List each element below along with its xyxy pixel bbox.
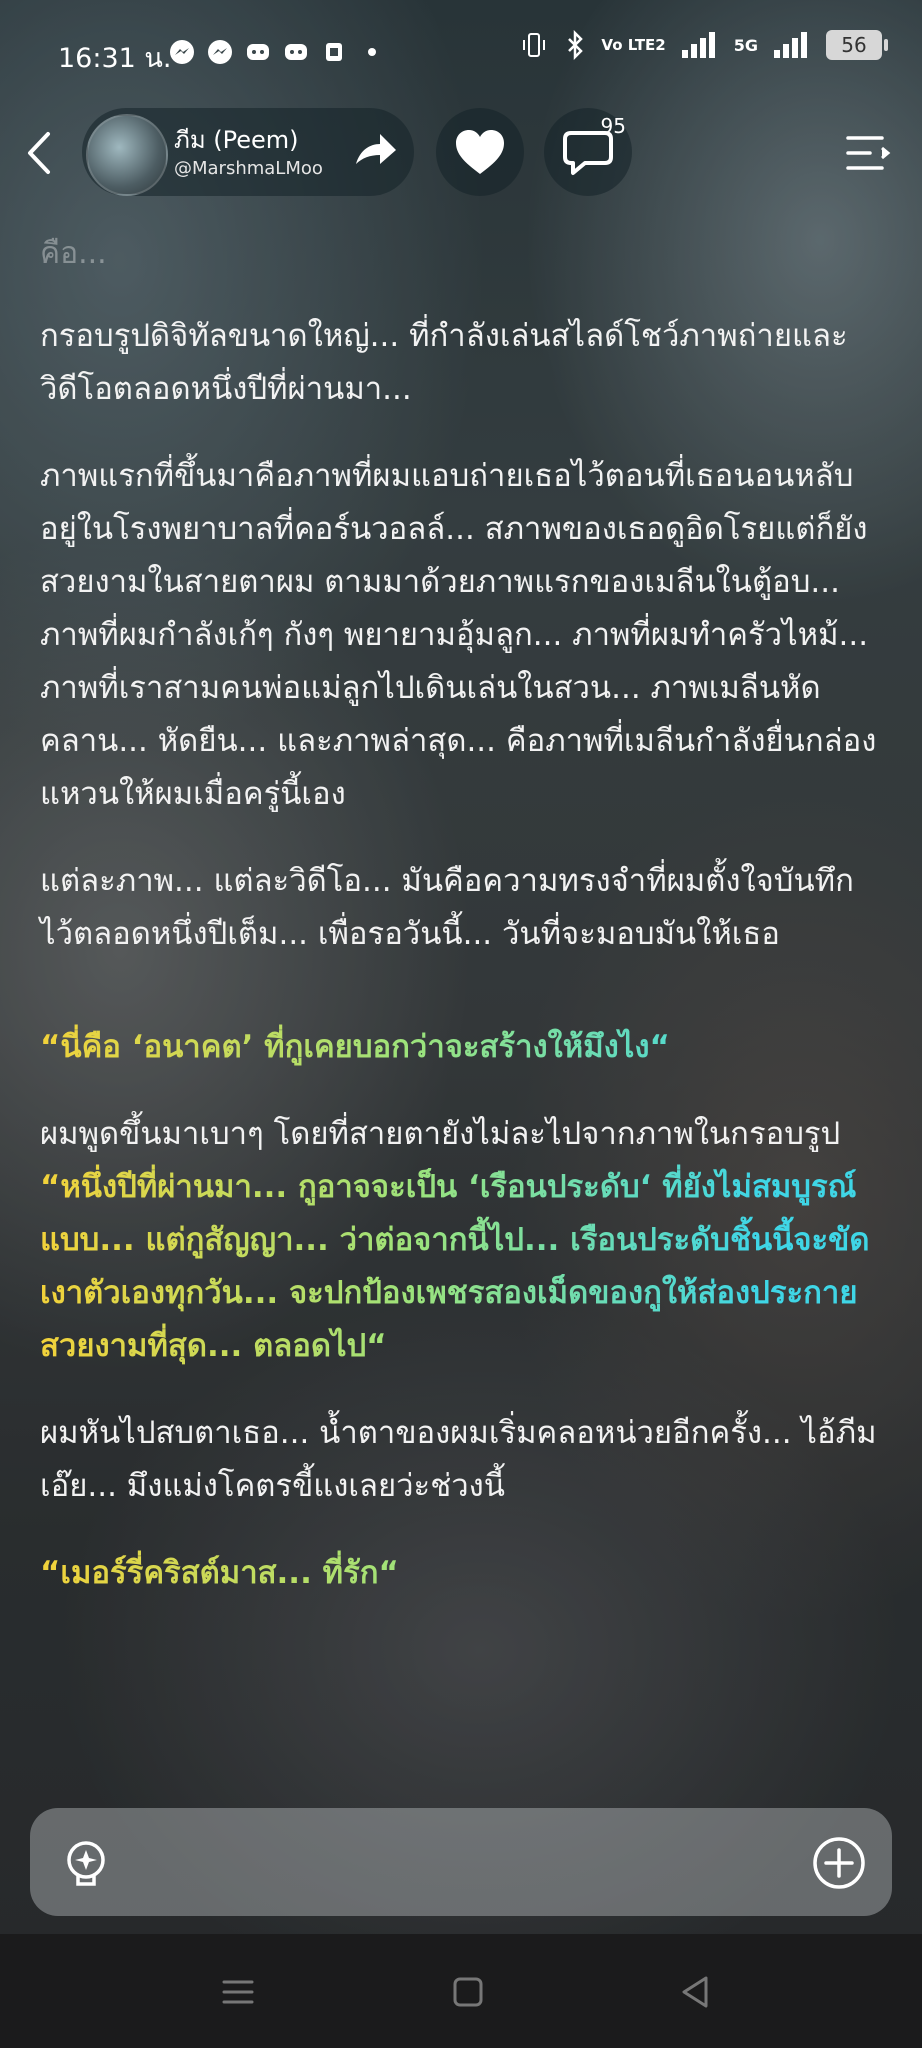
network-label: Vo LTE2 bbox=[601, 35, 666, 54]
vibrate-icon bbox=[523, 33, 546, 57]
paragraph: ภาพแรกที่ขึ้นมาคือภาพที่ผมแอบถ่ายเธอไว้ต… bbox=[40, 458, 877, 812]
messenger-icon bbox=[208, 40, 232, 64]
faded-line: คือ... bbox=[40, 236, 107, 271]
dialogue-quote: “หนึ่งปีที่ผ่านมา... กูอาจจะเป็น ‘เรือนป… bbox=[40, 1161, 882, 1373]
messenger-icon bbox=[170, 40, 194, 64]
signal-icon bbox=[774, 32, 807, 58]
status-bar: 16:31 น. Vo LTE2 5G 56 bbox=[0, 0, 922, 108]
discord-icon bbox=[247, 44, 269, 60]
discord-icon bbox=[285, 44, 307, 60]
menu-icon[interactable] bbox=[218, 1972, 258, 2012]
author-pill[interactable]: ภีม (Peem) @MarshmaLMoo bbox=[82, 108, 414, 196]
chapter-menu-button[interactable] bbox=[844, 130, 894, 176]
dialogue-quote: “เมอร์รี่คริสต์มาส... ที่รัก“ bbox=[40, 1547, 882, 1600]
like-button[interactable] bbox=[436, 108, 524, 196]
comment-button[interactable]: 95 bbox=[544, 108, 632, 196]
comment-count: 95 bbox=[600, 114, 626, 138]
paragraph: แต่ละภาพ... แต่ละวิดีโอ... มันคือความทรง… bbox=[40, 863, 854, 952]
status-time: 16:31 น. bbox=[58, 43, 172, 74]
dot-icon bbox=[368, 48, 376, 56]
system-navbar bbox=[0, 1934, 922, 2048]
paragraph: กรอบรูปดิจิทัลขนาดใหญ่... ที่กำลังเล่นสไ… bbox=[40, 318, 848, 407]
avatar[interactable] bbox=[86, 114, 168, 196]
bottom-action-bar bbox=[30, 1808, 892, 1916]
story-header: ภีม (Peem) @MarshmaLMoo 95 bbox=[0, 108, 922, 198]
paragraph: ผมหันไปสบตาเธอ... น้ำตาของผมเริ่มคลอหน่ว… bbox=[40, 1415, 877, 1504]
battery-indicator: 56 bbox=[826, 30, 888, 60]
bluetooth-icon bbox=[568, 30, 584, 60]
back-button[interactable] bbox=[20, 128, 60, 178]
back-icon[interactable] bbox=[676, 1972, 716, 2012]
status-right: Vo LTE2 5G 56 bbox=[519, 30, 888, 60]
share-button[interactable] bbox=[352, 130, 398, 170]
signal-icon bbox=[681, 32, 715, 58]
lightbulb-icon[interactable] bbox=[60, 1838, 112, 1890]
heart-icon bbox=[456, 130, 504, 174]
story-content: คือ... กรอบรูปดิจิทัลขนาดใหญ่... ที่กำลั… bbox=[40, 228, 882, 1634]
sim-icon bbox=[326, 43, 342, 61]
home-icon[interactable] bbox=[448, 1972, 488, 2012]
network-5g-label: 5G bbox=[733, 35, 758, 55]
dialogue-quote: “นี่คือ ‘อนาคต’ ที่กูเคยบอกว่าจะสร้างให้… bbox=[40, 1021, 882, 1074]
author-handle[interactable]: @MarshmaLMoo bbox=[174, 158, 323, 179]
notification-icons bbox=[168, 38, 386, 66]
plus-circle-icon[interactable] bbox=[812, 1836, 866, 1890]
paragraph: ผมพูดขึ้นมาเบาๆ โดยที่สายตายังไม่ละไปจาก… bbox=[40, 1116, 841, 1152]
author-name[interactable]: ภีม (Peem) bbox=[174, 120, 299, 159]
